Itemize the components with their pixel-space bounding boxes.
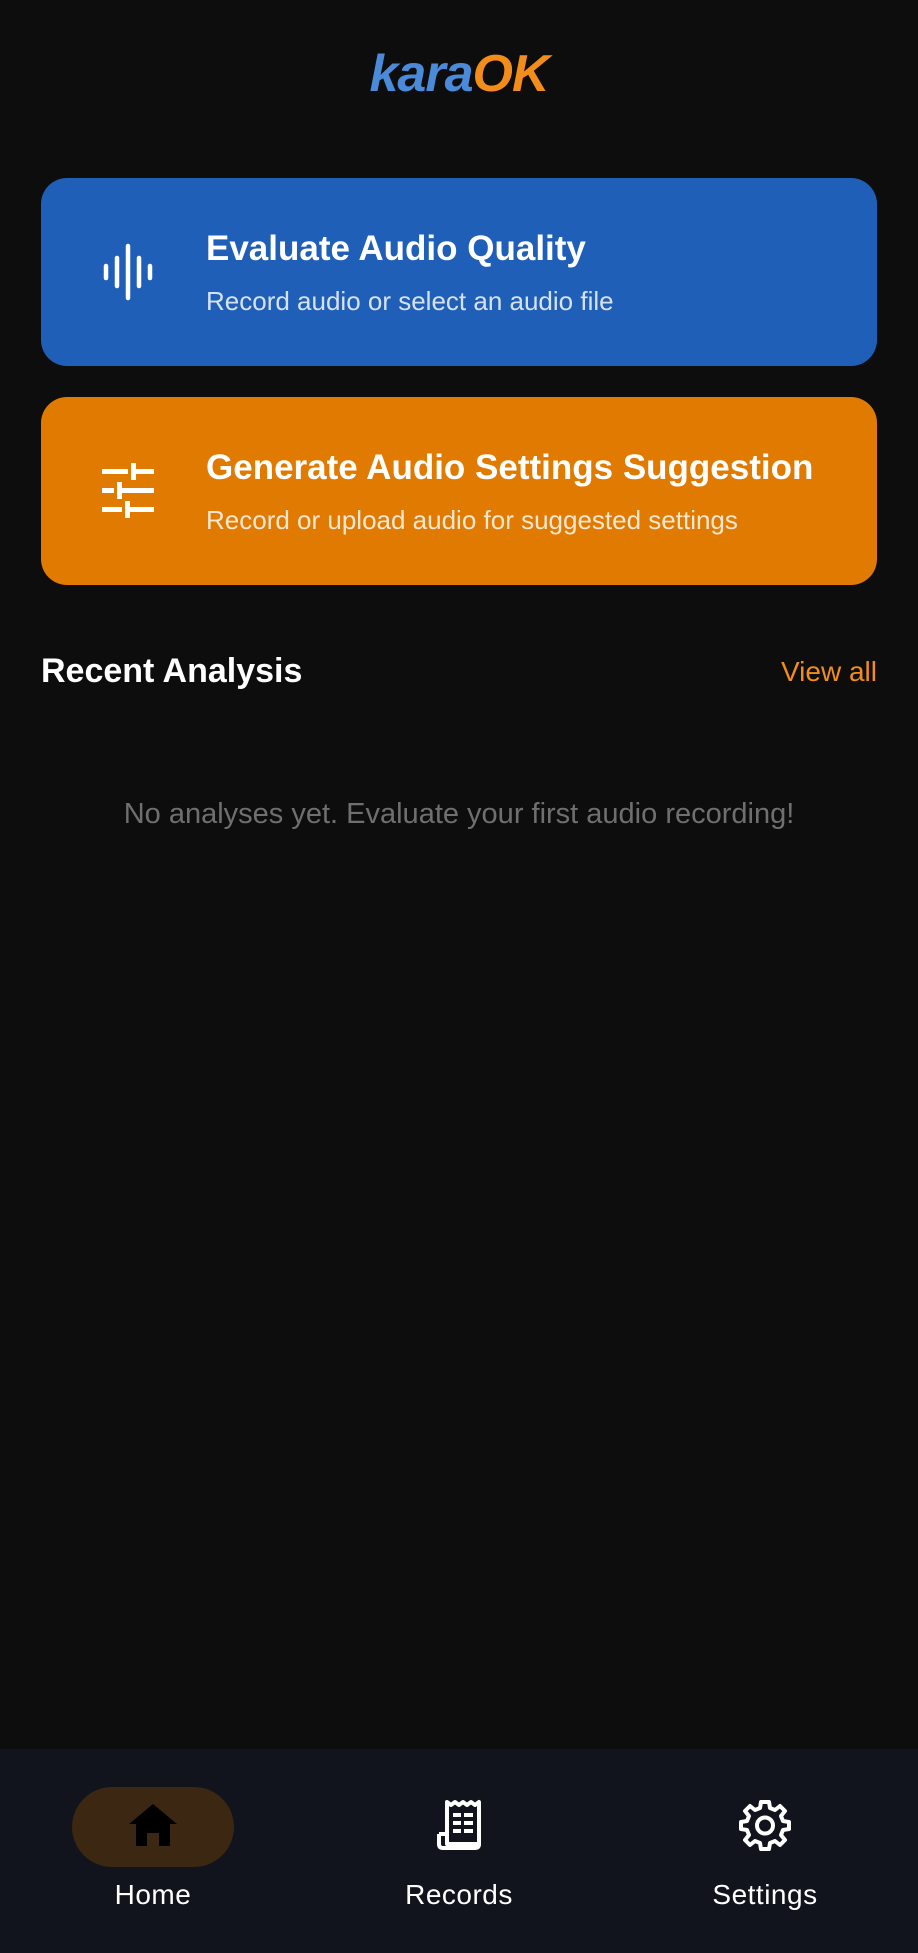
generate-settings-suggestion-card[interactable]: Generate Audio Settings Suggestion Recor…: [41, 397, 877, 585]
home-icon: [127, 1802, 179, 1853]
nav-item-records[interactable]: Records: [349, 1787, 569, 1911]
card-title: Generate Audio Settings Suggestion: [206, 448, 814, 487]
records-icon-container: [378, 1787, 540, 1867]
home-active-indicator: [72, 1787, 234, 1867]
view-all-link[interactable]: View all: [781, 656, 877, 688]
logo-text-ok: OK: [472, 45, 550, 103]
card-title: Evaluate Audio Quality: [206, 229, 586, 268]
sliders-icon: [87, 450, 169, 532]
bottom-navigation-bar: Home Records Settings: [0, 1749, 918, 1953]
evaluate-audio-quality-card[interactable]: Evaluate Audio Quality Record audio or s…: [41, 178, 877, 366]
nav-label-settings: Settings: [712, 1879, 818, 1910]
recent-analysis-heading: Recent Analysis: [41, 652, 303, 690]
receipt-icon: [435, 1798, 483, 1857]
card-subtitle: Record or upload audio for suggested set…: [206, 505, 738, 535]
app-logo: karaOK: [0, 44, 918, 104]
home-screen: karaOK Evaluate Audio Quality Record aud…: [0, 0, 918, 1953]
card-subtitle: Record audio or select an audio file: [206, 286, 614, 316]
nav-label-records: Records: [405, 1879, 513, 1910]
nav-item-settings[interactable]: Settings: [655, 1787, 875, 1911]
settings-icon-container: [684, 1787, 846, 1867]
nav-label-home: Home: [114, 1879, 192, 1910]
waveform-icon: [87, 231, 169, 313]
empty-state-message: No analyses yet. Evaluate your first aud…: [123, 798, 795, 830]
gear-icon: [739, 1799, 791, 1856]
nav-item-home[interactable]: Home: [43, 1787, 263, 1911]
logo-text-kara: kara: [369, 45, 474, 103]
